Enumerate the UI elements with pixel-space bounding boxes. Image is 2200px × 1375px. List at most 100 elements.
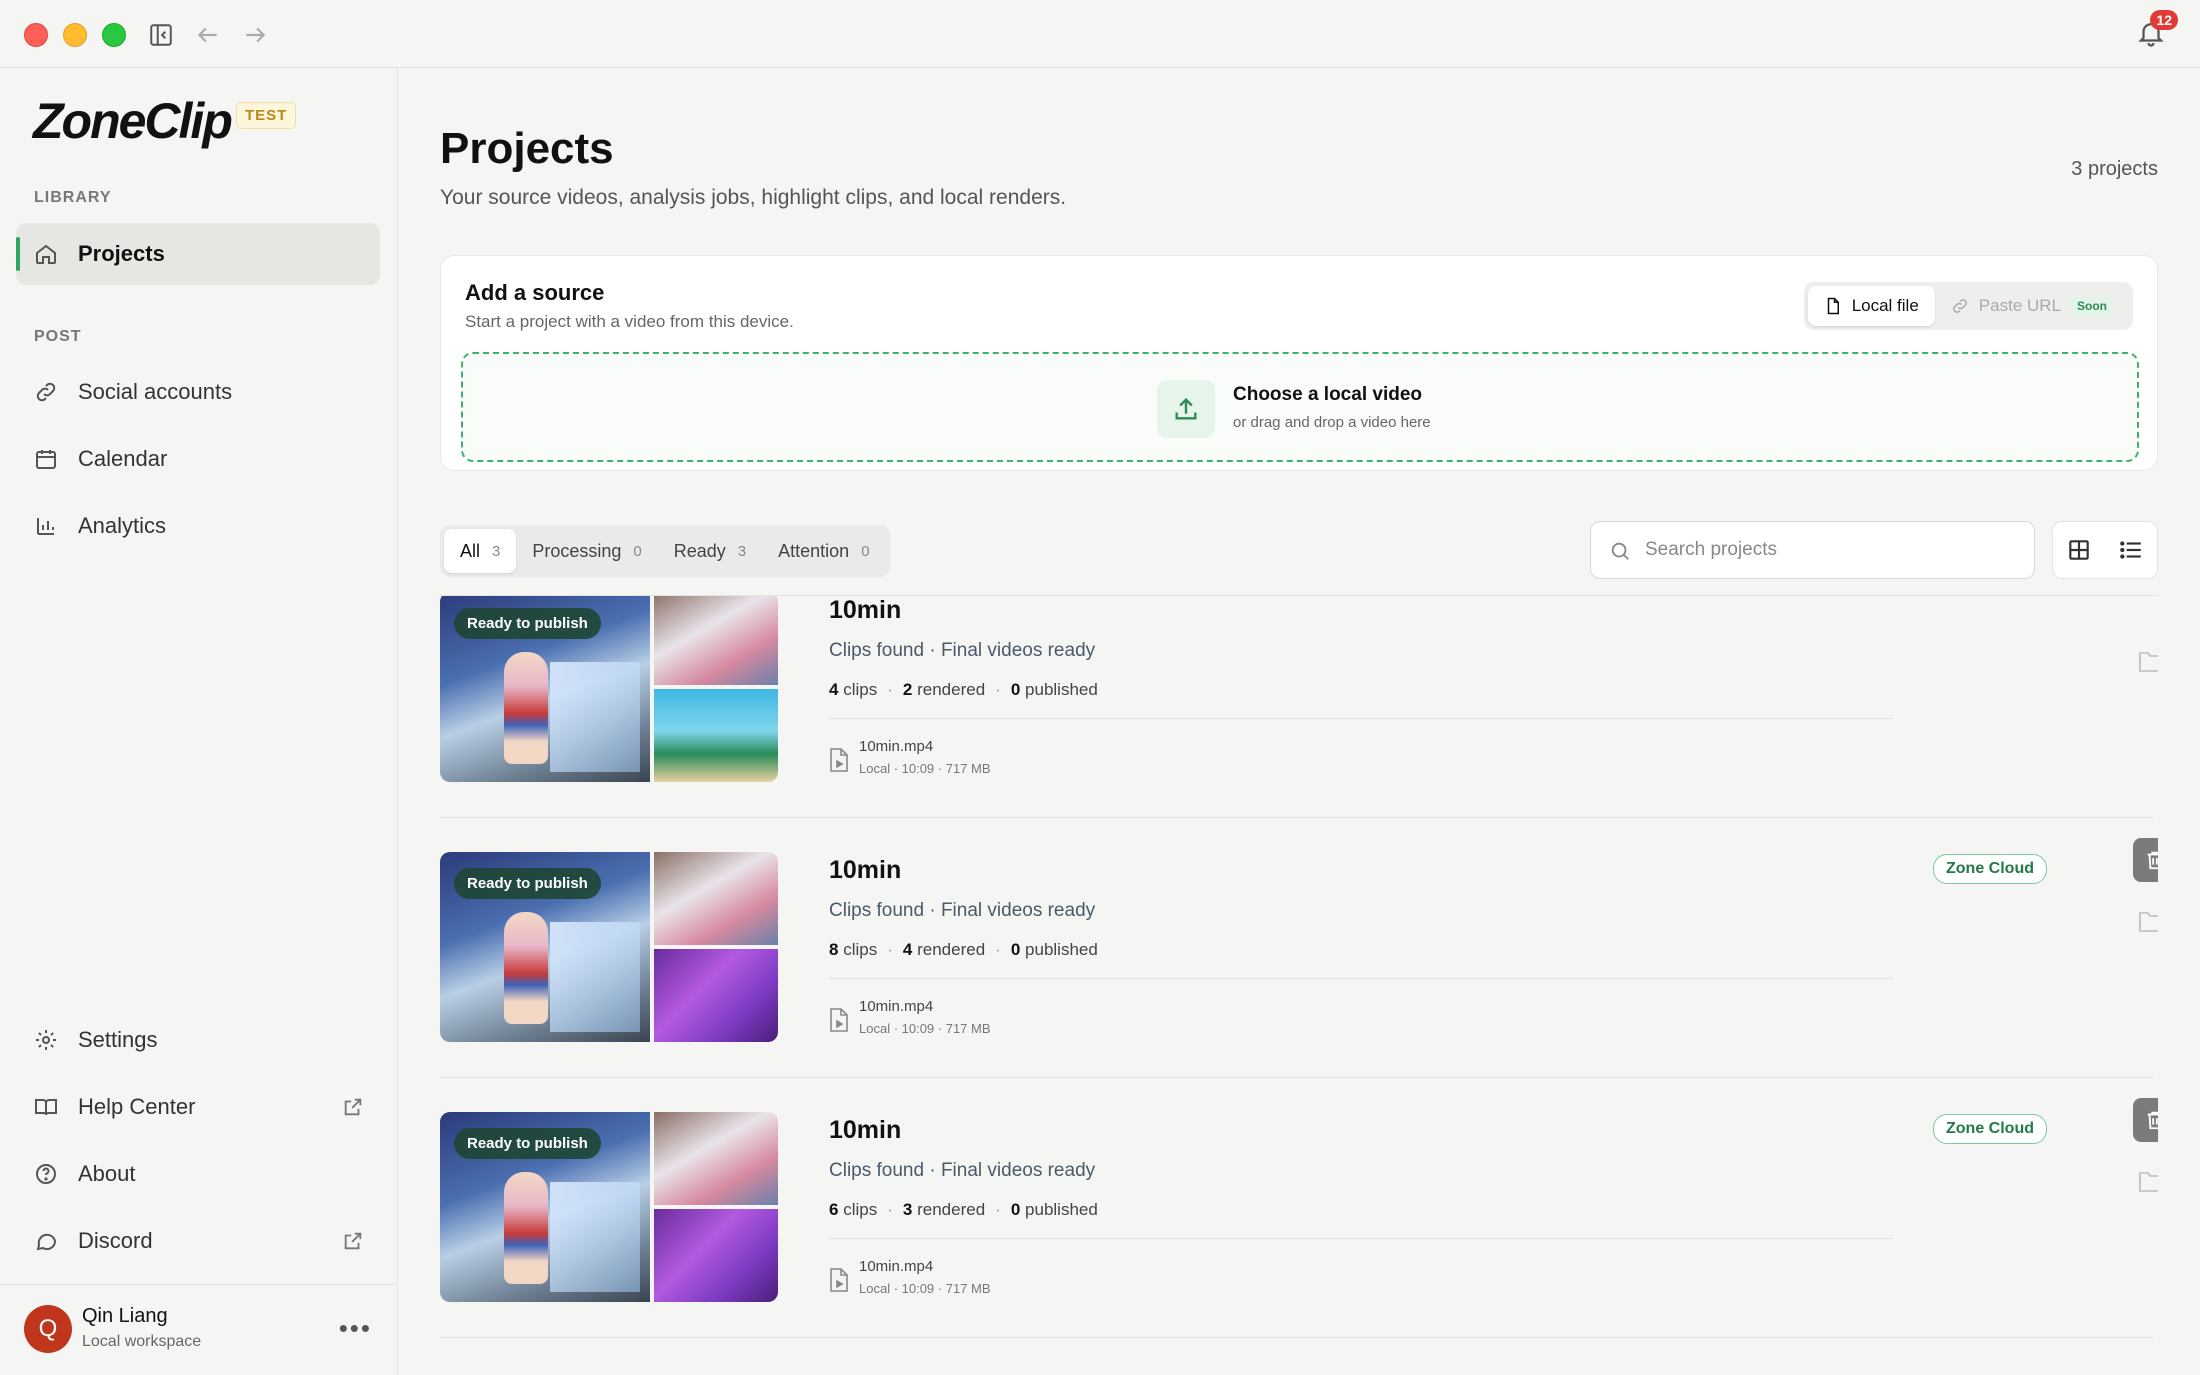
sidebar-item-discord[interactable]: Discord: [16, 1210, 380, 1272]
clips-label: clips: [843, 940, 878, 959]
user-profile[interactable]: Q Qin Liang Local workspace •••: [0, 1284, 398, 1375]
paste-url-tab[interactable]: Paste URL Soon: [1935, 286, 2129, 326]
published-label: published: [1025, 940, 1098, 959]
zone-cloud-badge: Zone Cloud: [1933, 1114, 2047, 1144]
project-status: Clips found · Final videos ready: [829, 640, 1096, 661]
sidebar-item-analytics[interactable]: Analytics: [16, 495, 380, 557]
project-list: Ready to publish 10min Clips found · Fin…: [440, 596, 2158, 1375]
project-row[interactable]: Ready to publish 10min Clips found · Fin…: [440, 596, 2158, 818]
project-status: Clips found · Final videos ready: [829, 1160, 1096, 1181]
sidebar-toggle-icon[interactable]: [146, 20, 176, 50]
tab-ready[interactable]: Ready 3: [658, 529, 762, 573]
rendered-count: 3: [902, 1200, 913, 1219]
rendered-label: rendered: [917, 680, 986, 699]
project-stats: 4 clips · 2 rendered · 0 published: [829, 680, 1098, 699]
sidebar-item-label: Settings: [78, 1027, 158, 1052]
window-close-button[interactable]: [24, 23, 48, 47]
sidebar-item-calendar[interactable]: Calendar: [16, 428, 380, 490]
title-bar: 12: [0, 0, 2200, 68]
notification-count-badge: 12: [2150, 10, 2178, 30]
project-count: 3 projects: [2071, 158, 2158, 180]
sidebar-item-social-accounts[interactable]: Social accounts: [16, 361, 380, 423]
folder-icon[interactable]: [2139, 910, 2158, 932]
file-meta: Local · 10:09 · 717 MB: [859, 761, 991, 776]
tab-attention[interactable]: Attention 0: [762, 529, 885, 573]
video-dropzone[interactable]: Choose a local video or drag and drop a …: [461, 352, 2139, 462]
project-title: 10min: [829, 596, 902, 624]
list-view-icon[interactable]: [2118, 537, 2144, 563]
rendered-label: rendered: [917, 940, 986, 959]
file-name: 10min.mp4: [859, 1258, 934, 1275]
home-icon: [34, 242, 58, 266]
project-status: Clips found · Final videos ready: [829, 900, 1096, 921]
add-source-card: Add a source Start a project with a vide…: [440, 255, 2158, 471]
folder-icon[interactable]: [2139, 650, 2158, 672]
trash-icon: [2147, 1111, 2158, 1130]
project-title: 10min: [829, 1116, 902, 1144]
search-icon: [1611, 542, 1629, 560]
search-input[interactable]: [1645, 522, 2025, 578]
file-icon: [1827, 297, 1839, 315]
brand-logo: ZoneClip: [33, 93, 233, 149]
external-link-icon: [344, 1232, 362, 1250]
delete-button[interactable]: [2133, 1098, 2158, 1142]
search-box: [1590, 521, 2035, 579]
project-thumbnail: Ready to publish: [440, 1112, 778, 1302]
sidebar-item-settings[interactable]: Settings: [16, 1009, 380, 1071]
delete-button[interactable]: [2133, 838, 2158, 882]
published-count: 0: [1010, 1200, 1021, 1219]
more-options-icon[interactable]: •••: [339, 1313, 372, 1344]
chat-bubble-icon: [34, 1229, 58, 1253]
status-filter-tabs: All 3 Processing 0 Ready 3 Attention 0: [440, 525, 890, 577]
sidebar-item-projects[interactable]: Projects: [16, 223, 380, 285]
sidebar: ZoneClip TEST LIBRARY Projects POST Soci…: [0, 68, 398, 1375]
ready-badge: Ready to publish: [454, 608, 601, 639]
trash-icon: [2147, 851, 2158, 870]
video-file-icon: [830, 748, 848, 772]
user-workspace: Local workspace: [82, 1333, 202, 1350]
bar-chart-icon: [34, 514, 58, 538]
project-row[interactable]: Ready to publish 10min Clips found · Fin…: [440, 818, 2158, 1078]
dropzone-title: Choose a local video: [1233, 384, 1422, 405]
forward-arrow-icon[interactable]: [240, 20, 270, 50]
env-badge: TEST: [236, 102, 297, 129]
sidebar-item-label: Discord: [78, 1228, 153, 1253]
sidebar-item-about[interactable]: About: [16, 1143, 380, 1205]
window-minimize-button[interactable]: [63, 23, 87, 47]
project-stats: 8 clips · 4 rendered · 0 published: [829, 940, 1098, 959]
sidebar-item-help-center[interactable]: Help Center: [16, 1076, 380, 1138]
gear-icon: [34, 1028, 58, 1052]
back-arrow-icon[interactable]: [193, 20, 223, 50]
folder-icon[interactable]: [2139, 1170, 2158, 1192]
add-source-subtitle: Start a project with a video from this d…: [465, 312, 794, 331]
library-section-label: LIBRARY: [34, 189, 112, 206]
notifications-button[interactable]: 12: [2136, 10, 2178, 52]
add-source-title: Add a source: [465, 280, 605, 305]
local-file-tab[interactable]: Local file: [1807, 286, 1935, 326]
file-meta: Local · 10:09 · 717 MB: [859, 1021, 991, 1036]
rendered-count: 2: [902, 680, 913, 699]
tab-processing[interactable]: Processing 0: [516, 529, 657, 573]
grid-view-icon[interactable]: [2066, 537, 2092, 563]
video-file-icon: [830, 1268, 848, 1292]
soon-badge: Soon: [2071, 296, 2113, 316]
dropzone-subtitle: or drag and drop a video here: [1233, 414, 1431, 431]
project-stats: 6 clips · 3 rendered · 0 published: [829, 1200, 1098, 1219]
tab-all[interactable]: All 3: [444, 529, 517, 573]
published-label: published: [1025, 680, 1098, 699]
post-section-label: POST: [34, 328, 82, 345]
clips-label: clips: [843, 680, 878, 699]
tab-label: Processing: [532, 540, 622, 561]
clips-count: 6: [829, 1200, 839, 1219]
clips-count: 8: [829, 940, 839, 959]
link-icon: [34, 380, 58, 404]
tab-count: 3: [492, 542, 501, 560]
file-meta: Local · 10:09 · 717 MB: [859, 1281, 991, 1296]
rendered-label: rendered: [917, 1200, 986, 1219]
project-row[interactable]: Ready to publish 10min Clips found · Fin…: [440, 1078, 2158, 1338]
sidebar-item-label: Help Center: [78, 1094, 196, 1119]
window-maximize-button[interactable]: [102, 23, 126, 47]
main-content: Projects Your source videos, analysis jo…: [399, 68, 2200, 1375]
sidebar-item-label: Projects: [78, 241, 165, 266]
paste-url-label: Paste URL: [1978, 296, 2061, 315]
